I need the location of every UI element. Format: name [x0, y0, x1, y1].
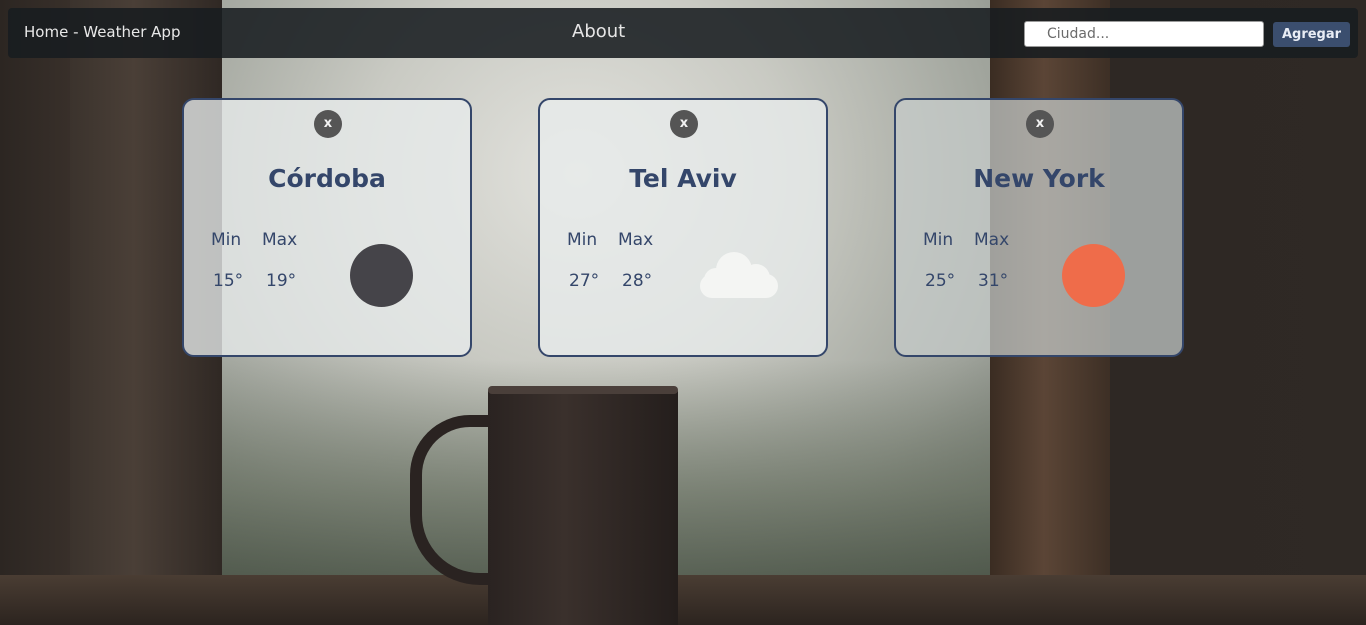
min-label: Min: [211, 230, 242, 250]
city-name: Tel Aviv: [629, 164, 737, 193]
min-temp: 25°: [925, 271, 956, 291]
sun-circle-icon: [1062, 244, 1125, 307]
max-label: Max: [262, 230, 298, 250]
weather-card-cordoba: x Córdoba Min Max 15° 19°: [182, 98, 472, 357]
navbar: Home - Weather App About Agregar: [8, 8, 1358, 58]
city-name: New York: [973, 164, 1105, 193]
home-link[interactable]: Home - Weather App: [24, 23, 180, 41]
window-sill: [0, 575, 1366, 625]
min-label: Min: [923, 230, 954, 250]
city-name: Córdoba: [268, 164, 386, 193]
mug-rim: [488, 386, 678, 394]
cloud-icon: [700, 250, 778, 302]
close-card-button[interactable]: x: [670, 110, 698, 138]
max-temp: 31°: [978, 271, 1009, 291]
add-city-button[interactable]: Agregar: [1273, 22, 1350, 47]
mug: [488, 388, 678, 625]
max-temp: 28°: [622, 271, 653, 291]
close-card-button[interactable]: x: [314, 110, 342, 138]
max-label: Max: [618, 230, 654, 250]
max-label: Max: [974, 230, 1010, 250]
about-link[interactable]: About: [572, 21, 625, 42]
min-temp: 27°: [569, 271, 600, 291]
city-search-input[interactable]: [1024, 21, 1264, 47]
moon-circle-icon: [350, 244, 413, 307]
min-label: Min: [567, 230, 598, 250]
max-temp: 19°: [266, 271, 297, 291]
min-temp: 15°: [213, 271, 244, 291]
weather-card-new-york: x New York Min Max 25° 31°: [894, 98, 1184, 357]
close-card-button[interactable]: x: [1026, 110, 1054, 138]
weather-card-tel-aviv: x Tel Aviv Min Max 27° 28°: [538, 98, 828, 357]
